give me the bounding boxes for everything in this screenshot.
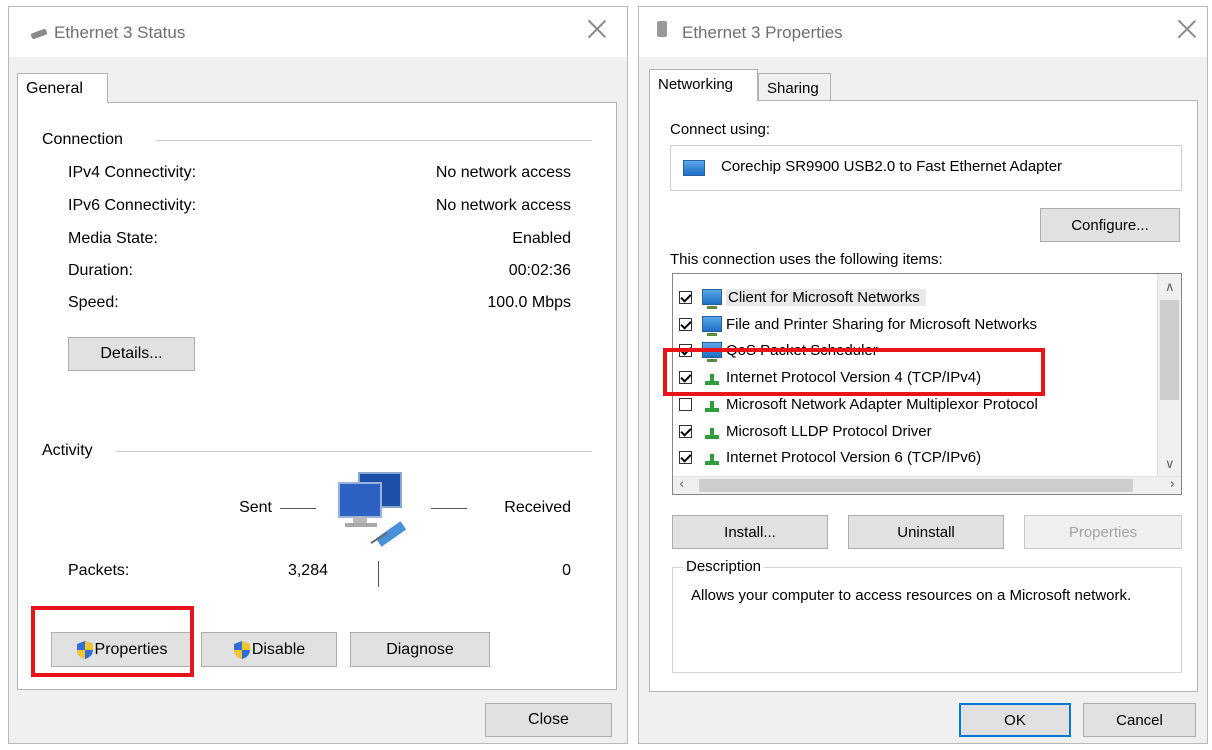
- scroll-right-icon[interactable]: ›: [1170, 477, 1175, 492]
- network-service-icon: [702, 316, 722, 336]
- list-item-ipv6[interactable]: Internet Protocol Version 6 (TCP/IPv6): [679, 444, 981, 470]
- adapter-icon: [683, 160, 705, 176]
- scroll-down-icon[interactable]: ∨: [1165, 457, 1175, 472]
- speed-value: 100.0 Mbps: [487, 294, 571, 311]
- packets-sent-value: 3,284: [287, 562, 328, 579]
- duration-value: 00:02:36: [508, 262, 571, 279]
- ethernet-cable-icon: [30, 28, 48, 40]
- speed-label: Speed:: [68, 294, 119, 311]
- list-item-label: Microsoft Network Adapter Multiplexor Pr…: [726, 395, 1038, 413]
- ok-button[interactable]: OK: [959, 703, 1071, 737]
- packets-label: Packets:: [68, 562, 130, 579]
- connection-divider: [156, 140, 592, 141]
- ethernet-properties-window: Ethernet 3 Properties Networking Sharing…: [638, 6, 1208, 744]
- item-checkbox[interactable]: [679, 450, 692, 464]
- general-panel: Connection IPv4 Connectivity: No network…: [17, 102, 617, 690]
- close-button[interactable]: Close: [485, 703, 612, 737]
- properties-title-bar: Ethernet 3 Properties: [639, 7, 1207, 57]
- received-line: [431, 508, 467, 509]
- sent-line: [280, 508, 316, 509]
- list-item-client-ms-networks[interactable]: Client for Microsoft Networks: [679, 284, 926, 310]
- component-properties-button[interactable]: Properties: [1024, 515, 1182, 549]
- media-state-value: Enabled: [512, 230, 571, 247]
- status-close-icon[interactable]: [585, 17, 609, 41]
- list-vertical-scrollbar[interactable]: ∧ ∨: [1157, 274, 1181, 476]
- properties-window-title: Ethernet 3 Properties: [682, 23, 843, 42]
- diagnose-button[interactable]: Diagnose: [350, 632, 490, 667]
- description-label: Description: [683, 558, 765, 575]
- connection-group-label: Connection: [42, 131, 123, 148]
- tab-networking-label: Networking: [658, 76, 734, 93]
- ipv6-connectivity-value: No network access: [435, 197, 571, 214]
- status-window-title: Ethernet 3 Status: [54, 23, 186, 42]
- items-label: This connection uses the following items…: [670, 251, 943, 268]
- tab-general[interactable]: General: [17, 73, 108, 103]
- networking-panel: Connect using: Corechip SR9900 USB2.0 to…: [649, 100, 1198, 692]
- item-checkbox[interactable]: [679, 290, 692, 304]
- list-item-label: File and Printer Sharing for Microsoft N…: [726, 315, 1037, 333]
- horizontal-scroll-thumb[interactable]: [699, 479, 1133, 492]
- list-item-lldp-driver[interactable]: Microsoft LLDP Protocol Driver: [679, 418, 932, 444]
- tab-general-label: General: [26, 80, 83, 97]
- disable-label: Disable: [251, 640, 306, 658]
- packets-received-value: 0: [562, 562, 571, 579]
- tab-sharing-label: Sharing: [767, 80, 819, 97]
- media-state-label: Media State:: [68, 230, 158, 247]
- install-button[interactable]: Install...: [672, 515, 828, 549]
- properties-close-icon[interactable]: [1175, 17, 1199, 41]
- item-checkbox[interactable]: [679, 424, 692, 438]
- status-title-bar: Ethernet 3 Status: [9, 7, 627, 57]
- network-adapter-icon: [657, 21, 667, 37]
- item-checkbox[interactable]: [679, 397, 692, 411]
- network-computers-icon: [331, 471, 416, 551]
- list-item-label: Internet Protocol Version 6 (TCP/IPv6): [726, 448, 982, 466]
- connect-using-label: Connect using:: [670, 121, 771, 138]
- list-horizontal-scrollbar[interactable]: ‹ ›: [673, 476, 1181, 494]
- protocol-icon: [702, 423, 722, 439]
- cancel-button[interactable]: Cancel: [1083, 703, 1196, 737]
- duration-label: Duration:: [68, 262, 133, 279]
- ipv4-connectivity-label: IPv4 Connectivity:: [68, 164, 197, 181]
- scroll-up-icon[interactable]: ∧: [1165, 280, 1175, 295]
- configure-button[interactable]: Configure...: [1040, 208, 1180, 242]
- list-item-label: Client for Microsoft Networks: [726, 288, 926, 306]
- vertical-scroll-thumb[interactable]: [1160, 300, 1179, 400]
- received-label: Received: [504, 499, 571, 516]
- ipv4-highlight-box: [663, 348, 1045, 396]
- network-client-icon: [702, 289, 722, 309]
- tab-sharing[interactable]: Sharing: [758, 73, 831, 100]
- list-item-label: Microsoft LLDP Protocol Driver: [726, 422, 932, 440]
- protocol-icon: [702, 449, 722, 465]
- ipv4-connectivity-value: No network access: [435, 164, 571, 181]
- properties-highlight-box: [31, 606, 194, 677]
- details-button[interactable]: Details...: [68, 337, 195, 371]
- ipv6-connectivity-label: IPv6 Connectivity:: [68, 197, 197, 214]
- activity-group-label: Activity: [42, 442, 93, 459]
- scroll-left-icon[interactable]: ‹: [679, 477, 684, 492]
- adapter-field: Corechip SR9900 USB2.0 to Fast Ethernet …: [670, 145, 1182, 191]
- disable-button[interactable]: Disable: [201, 632, 337, 667]
- sent-label: Sent: [239, 499, 272, 516]
- activity-divider: [116, 451, 592, 452]
- uac-shield-icon: [233, 640, 250, 659]
- tab-networking[interactable]: Networking: [649, 69, 758, 101]
- protocol-icon: [702, 396, 722, 412]
- packets-divider: [378, 561, 379, 587]
- ethernet-status-window: Ethernet 3 Status General Connection IPv…: [8, 6, 628, 744]
- description-text: Allows your computer to access resources…: [691, 587, 1132, 604]
- adapter-name: Corechip SR9900 USB2.0 to Fast Ethernet …: [721, 158, 1063, 175]
- description-group: Description Allows your computer to acce…: [672, 558, 1182, 673]
- uninstall-button[interactable]: Uninstall: [848, 515, 1004, 549]
- list-item-file-printer-sharing[interactable]: File and Printer Sharing for Microsoft N…: [679, 311, 1037, 337]
- item-checkbox[interactable]: [679, 317, 692, 331]
